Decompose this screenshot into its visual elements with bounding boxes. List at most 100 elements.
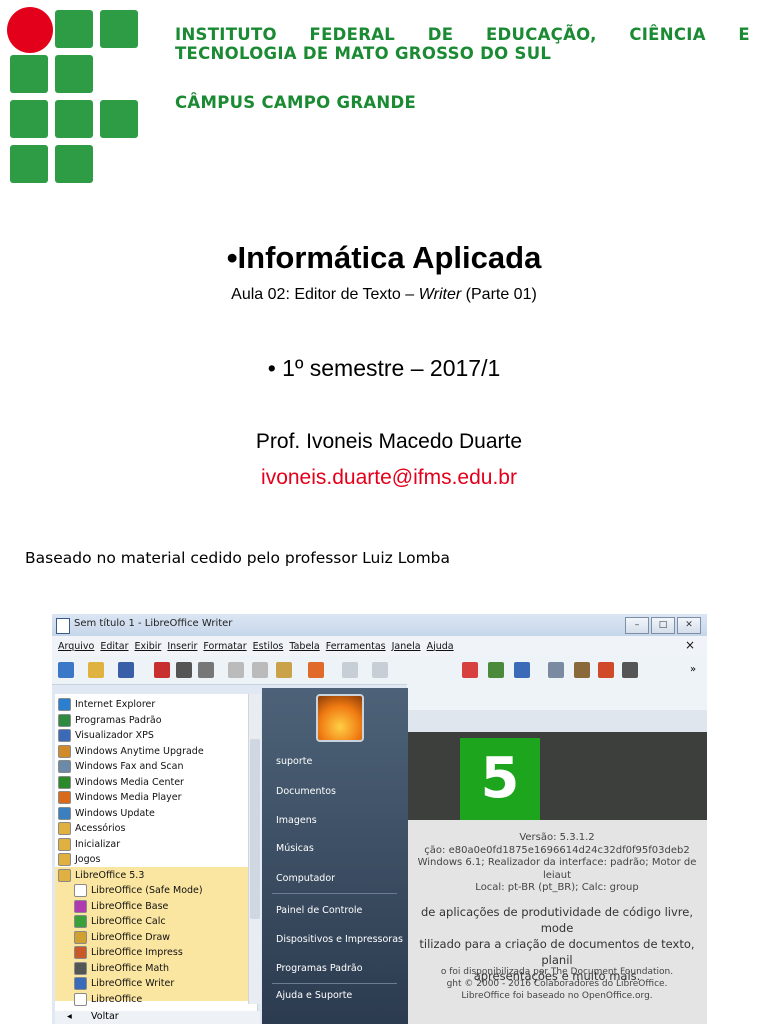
menu-formatar[interactable]: Formatar (203, 641, 246, 652)
program-item[interactable]: Windows Media Center (58, 775, 184, 789)
menu-inserir[interactable]: Inserir (167, 641, 197, 652)
program-item[interactable]: LibreOffice Writer (74, 977, 174, 990)
start-place-item[interactable]: suporte (276, 756, 312, 767)
program-icon (58, 729, 71, 742)
program-icon (74, 992, 87, 1006)
insert-image-icon[interactable] (574, 662, 590, 678)
new-icon[interactable] (58, 662, 74, 678)
program-label: Windows Media Player (75, 792, 182, 803)
close-doc-icon[interactable]: × (685, 638, 695, 652)
program-item[interactable]: LibreOffice Math (74, 961, 169, 975)
about-version: Versão: 5.3.1.2 (519, 832, 595, 843)
formatting-toolbar (407, 684, 707, 710)
program-item[interactable]: Programas Padrão (58, 713, 162, 727)
menu-tabela[interactable]: Tabela (289, 641, 319, 652)
export-pdf-icon[interactable] (154, 662, 170, 678)
program-item[interactable]: Jogos (58, 853, 100, 866)
menu-janela[interactable]: Janela (392, 641, 421, 652)
program-item[interactable]: LibreOffice (74, 992, 143, 1006)
menu-exibir[interactable]: Exibir (135, 641, 162, 652)
program-item[interactable]: LibreOffice Base (74, 899, 169, 913)
program-label: Programas Padrão (75, 714, 162, 726)
minimize-icon[interactable]: – (625, 617, 649, 634)
redo-icon[interactable] (372, 662, 388, 678)
text-box-icon[interactable] (622, 662, 638, 678)
about-credits: o foi disponibilizada por The Document F… (407, 966, 707, 1002)
campus-name: CÂMPUS CAMPO GRANDE (175, 93, 417, 112)
program-icon (58, 822, 71, 835)
insert-table-icon[interactable] (548, 662, 564, 678)
program-item[interactable]: LibreOffice Calc (74, 915, 166, 928)
semester: • 1º semestre – 2017/1 (267, 355, 501, 381)
program-icon (58, 837, 71, 851)
standard-toolbar: » (52, 656, 707, 685)
about-banner (407, 732, 707, 820)
paste-icon[interactable] (276, 662, 292, 678)
program-icon (58, 698, 71, 711)
about-desc-1: de aplicações de produtividade de código… (420, 905, 693, 935)
start-place-item[interactable]: Imagens (276, 815, 317, 826)
spelling-icon[interactable] (488, 662, 504, 678)
about-credit-2: ght © 2000 - 2016 Colaboradores do Libre… (446, 979, 668, 989)
about-credit-1: o foi disponibilizada por The Document F… (440, 967, 674, 977)
program-item[interactable]: LibreOffice Draw (74, 930, 171, 944)
program-item[interactable]: Windows Anytime Upgrade (58, 744, 204, 758)
program-icon (58, 791, 71, 804)
print-preview-icon[interactable] (198, 662, 214, 678)
program-item[interactable]: Windows Fax and Scan (58, 760, 183, 773)
program-item[interactable]: Acessórios (58, 822, 125, 835)
start-place-item[interactable]: Documentos (276, 786, 336, 797)
find-replace-icon[interactable] (462, 662, 478, 678)
menu-estilos[interactable]: Estilos (253, 641, 284, 652)
program-item[interactable]: LibreOffice Impress (74, 946, 183, 959)
program-label: LibreOffice (Safe Mode) (91, 885, 203, 896)
insert-chart-icon[interactable] (598, 662, 614, 678)
professor-email[interactable]: ivoneis.duarte@ifms.edu.br (0, 466, 768, 490)
back-button[interactable]: ◂ Voltar (55, 1011, 260, 1024)
program-label: LibreOffice (91, 993, 143, 1005)
ruler (407, 710, 707, 732)
program-item[interactable]: Visualizador XPS (58, 729, 154, 742)
start-place-item[interactable]: Programas Padrão (276, 963, 363, 974)
program-item[interactable]: Inicializar (58, 837, 120, 851)
undo-icon[interactable] (342, 662, 358, 678)
program-item[interactable]: Windows Media Player (58, 791, 182, 804)
formatting-marks-icon[interactable] (514, 662, 530, 678)
print-icon[interactable] (176, 662, 192, 678)
open-icon[interactable] (88, 662, 104, 678)
program-label: LibreOffice Draw (91, 931, 171, 943)
more-icon[interactable]: » (690, 664, 698, 675)
window-controls: – □ ✕ (625, 617, 701, 634)
start-place-item[interactable]: Ajuda e Suporte (276, 990, 352, 1001)
menu-ferramentas[interactable]: Ferramentas (326, 641, 386, 652)
start-place-item[interactable]: Dispositivos e Impressoras (276, 934, 403, 945)
window-title: Sem título 1 - LibreOffice Writer (74, 618, 233, 629)
start-place-item[interactable]: Computador (276, 873, 335, 884)
program-item[interactable]: Windows Update (58, 806, 155, 820)
program-item[interactable]: LibreOffice 5.3 (58, 868, 144, 882)
clone-format-icon[interactable] (308, 662, 324, 678)
menu-arquivo[interactable]: Arquivo (58, 641, 94, 652)
program-icon (74, 915, 87, 928)
program-label: Visualizador XPS (75, 730, 154, 741)
save-icon[interactable] (118, 662, 134, 678)
scrollbar-thumb[interactable] (250, 739, 260, 919)
institute-line-2: TECNOLOGIA DE MATO GROSSO DO SUL (175, 44, 552, 63)
user-avatar (316, 694, 364, 742)
start-place-item[interactable]: Músicas (276, 843, 314, 854)
menu-ajuda[interactable]: Ajuda (427, 641, 454, 652)
copy-icon[interactable] (252, 662, 268, 678)
close-window-icon[interactable]: ✕ (677, 617, 701, 634)
slide-title: •Informática Aplicada (226, 240, 542, 275)
start-place-item[interactable]: Painel de Controle (276, 905, 362, 916)
program-icon (58, 868, 71, 882)
program-item[interactable]: LibreOffice (Safe Mode) (74, 884, 203, 897)
menu-editar[interactable]: Editar (100, 641, 128, 652)
program-list-scrollbar[interactable] (248, 694, 261, 1004)
program-icon (74, 977, 87, 990)
program-icon (58, 775, 71, 789)
program-label: LibreOffice Base (91, 900, 169, 912)
program-item[interactable]: Internet Explorer (58, 698, 155, 711)
cut-icon[interactable] (228, 662, 244, 678)
maximize-icon[interactable]: □ (651, 617, 675, 634)
